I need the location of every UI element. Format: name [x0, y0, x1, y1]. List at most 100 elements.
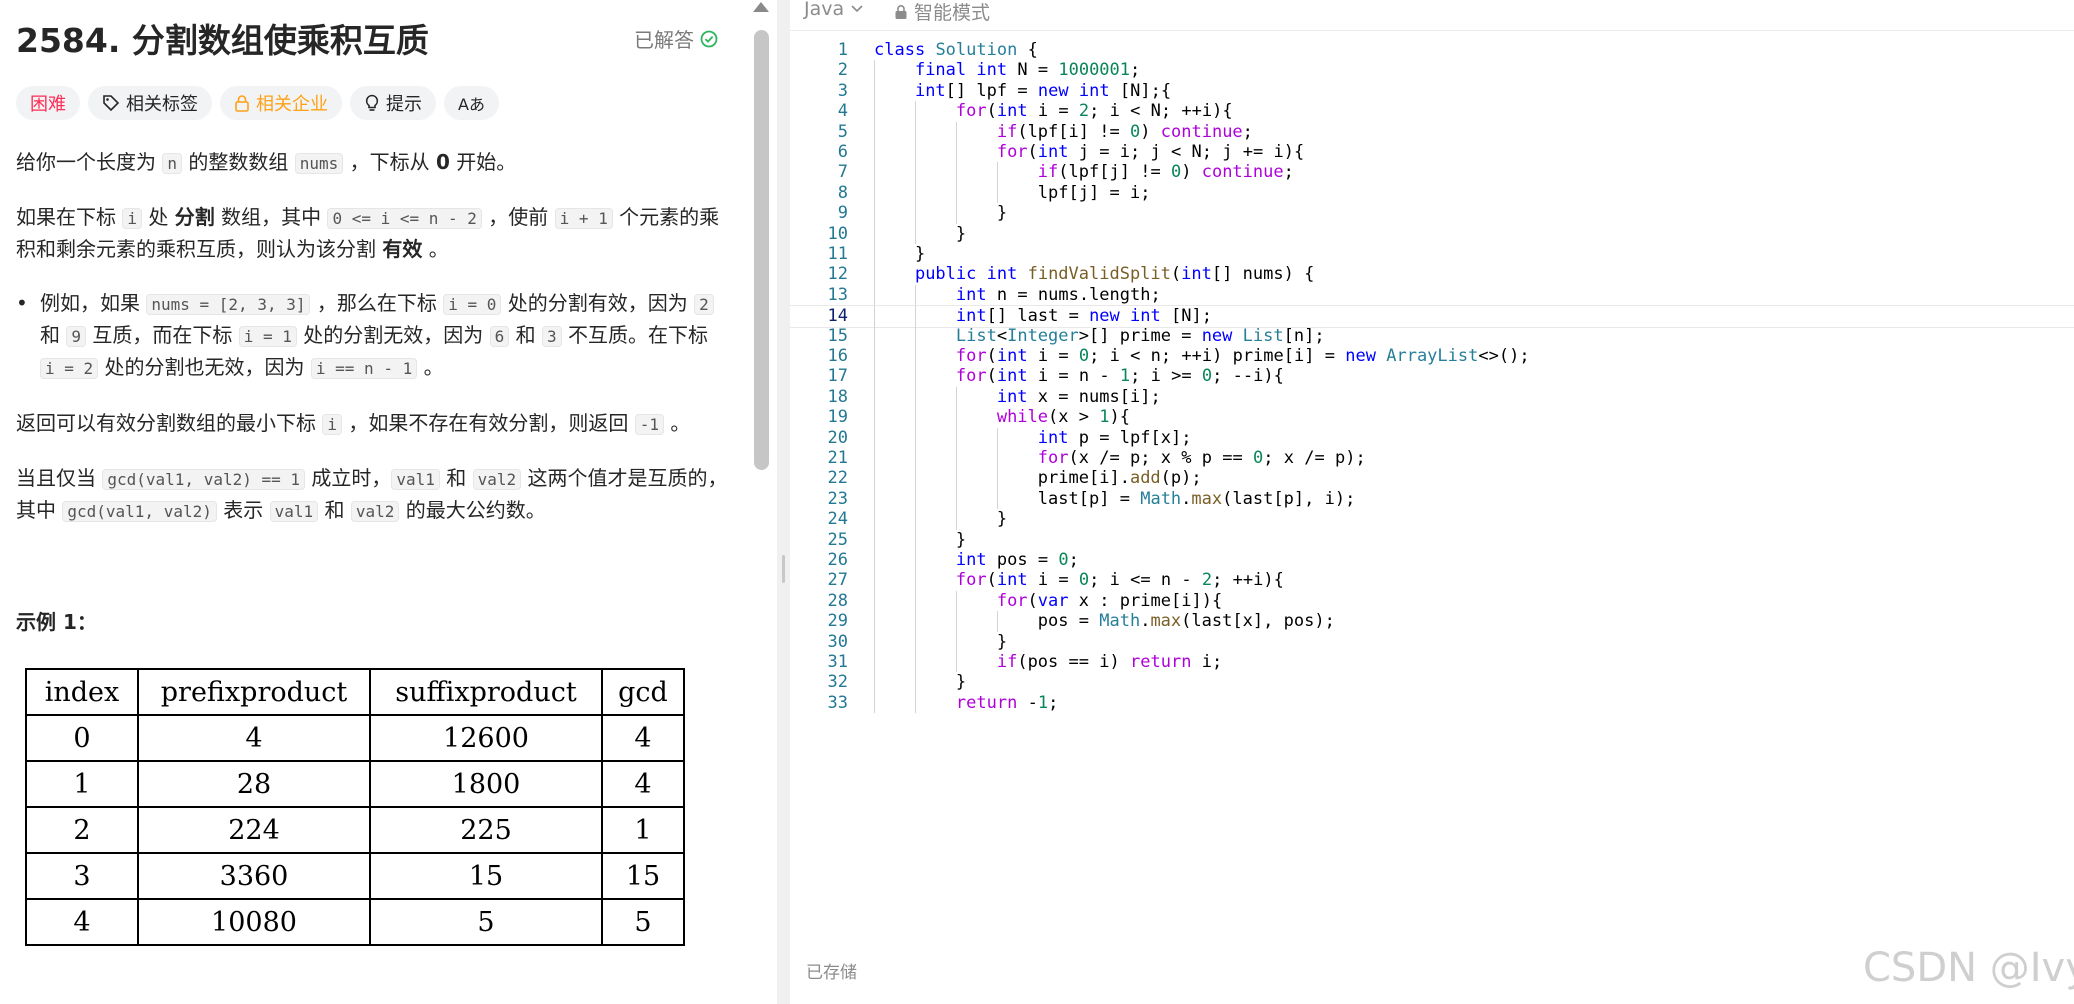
table-header: gcd	[601, 668, 685, 716]
difficulty-tag[interactable]: 困难	[16, 86, 80, 120]
code-line[interactable]: 26 int pos = 0;	[790, 550, 2074, 571]
text: 处的分割有效，因为	[501, 291, 695, 315]
code-area[interactable]: 1 class Solution {2 final int N = 1000001…	[790, 40, 2074, 940]
code-line[interactable]: 33 return -1;	[790, 692, 2074, 714]
code-line[interactable]: 28 for(var x : prime[i]){	[790, 590, 2074, 612]
text: 处的分割也无效，因为	[98, 355, 311, 379]
code-line[interactable]: 3 int[] lpf = new int [N];{	[790, 80, 2074, 102]
code-line[interactable]: 12 public int findValidSplit(int[] nums)…	[790, 264, 2074, 285]
code-text: for(int i = 2; i < N; ++i){	[955, 101, 1233, 122]
inline-code: gcd(val1, val2)	[62, 501, 217, 522]
code-line[interactable]: 13 int n = nums.length;	[790, 284, 2074, 306]
code-line[interactable]: 32 }	[790, 672, 2074, 693]
translate-button[interactable]: Aあ	[444, 86, 499, 120]
code-line[interactable]: 10 }	[790, 223, 2074, 244]
inline-code: 0 <= i <= n - 2	[327, 208, 482, 229]
code-line[interactable]: 16 for(int i = 0; i < n; ++i) prime[i] =…	[790, 346, 2074, 367]
code-text: int p = lpf[x];	[1037, 427, 1192, 448]
code-text: }	[996, 203, 1008, 224]
code-line[interactable]: 21 for(x /= p; x % p == 0; x /= p);	[790, 448, 2074, 469]
problem-panel: 2584. 分割数组使乘积互质 已解答 困难 相关标签 相关企业 提示 Aあ 给…	[0, 0, 745, 1004]
line-number: 22	[827, 468, 848, 489]
table-cell: 4	[601, 714, 685, 762]
panel-resize-handle[interactable]	[777, 0, 790, 1004]
scrollbar-thumb[interactable]	[754, 30, 769, 470]
description-scrollbar[interactable]	[745, 0, 777, 1004]
code-text: for(var x : prime[i]){	[996, 590, 1223, 611]
code-line[interactable]: 6 for(int j = i; j < N; j += i){	[790, 142, 2074, 163]
table-cell: 28	[137, 760, 371, 808]
related-companies-button[interactable]: 相关企业	[220, 86, 342, 120]
table-cell: 2	[25, 806, 139, 854]
inline-code: i	[122, 208, 142, 229]
code-line[interactable]: 18 int x = nums[i];	[790, 386, 2074, 408]
text: 的最大公约数。	[399, 498, 546, 522]
line-number: 19	[827, 407, 848, 428]
text: 开始。	[449, 150, 517, 174]
desc-paragraph-1: 给你一个长度为 n 的整数数组 nums ，下标从 0 开始。	[16, 147, 728, 179]
code-line[interactable]: 11 }	[790, 244, 2074, 265]
text: 的整数数组	[182, 150, 295, 174]
line-number: 33	[827, 692, 848, 713]
language-label: Java	[804, 0, 845, 20]
desc-paragraph-3: 返回可以有效分割数组的最小下标 i ，如果不存在有效分割，则返回 -1 。	[16, 408, 728, 440]
code-line[interactable]: 30 }	[790, 631, 2074, 652]
table-cell: 3	[25, 852, 139, 900]
code-text: List<Integer>[] prime = new List[n];	[955, 325, 1325, 346]
table-header: suffixproduct	[369, 668, 603, 716]
inline-code: val2	[350, 501, 400, 522]
code-line[interactable]: 1 class Solution {	[790, 40, 2074, 60]
code-line[interactable]: 15 List<Integer>[] prime = new List[n];	[790, 325, 2074, 346]
line-number: 27	[827, 570, 848, 591]
code-line[interactable]: 23 last[p] = Math.max(last[p], i);	[790, 488, 2074, 510]
watermark: CSDN @Ivy-	[1863, 945, 2074, 991]
code-text: int n = nums.length;	[955, 284, 1161, 305]
code-line[interactable]: 25 }	[790, 529, 2074, 550]
table-cell: 1800	[369, 760, 603, 808]
code-text: int[] last = new int [N];	[955, 306, 1212, 327]
code-text: if(lpf[i] != 0) continue;	[996, 121, 1253, 142]
line-number: 16	[827, 346, 848, 366]
example-bullet: • 例如，如果 nums = [2, 3, 3] ，那么在下标 i = 0 处的…	[16, 288, 728, 384]
code-line[interactable]: 9 }	[790, 203, 2074, 224]
editor-toolbar: Java 智能模式	[790, 0, 2074, 31]
related-tags-button[interactable]: 相关标签	[88, 86, 212, 120]
smart-mode-toggle[interactable]: 智能模式	[894, 0, 990, 25]
code-line[interactable]: 7 if(lpf[j] != 0) continue;	[790, 162, 2074, 183]
inline-code: gcd(val1, val2) == 1	[102, 469, 306, 490]
code-line[interactable]: 5 if(lpf[i] != 0) continue;	[790, 121, 2074, 142]
text: 和	[509, 323, 542, 347]
line-number: 31	[827, 652, 848, 672]
inline-code: 9	[66, 326, 86, 347]
code-line[interactable]: 14 int[] last = new int [N];	[790, 305, 2074, 328]
code-text: for(int i = 0; i <= n - 2; ++i){	[955, 570, 1284, 591]
language-select[interactable]: Java	[804, 0, 864, 20]
inline-code: 2	[694, 294, 714, 315]
code-text: }	[914, 244, 926, 264]
line-number: 12	[827, 264, 848, 285]
line-number: 13	[827, 284, 848, 305]
scroll-up-arrow-icon[interactable]	[753, 2, 769, 12]
code-line[interactable]: 17 for(int i = n - 1; i >= 0; --i){	[790, 366, 2074, 387]
code-line[interactable]: 29 pos = Math.max(last[x], pos);	[790, 611, 2074, 632]
code-line[interactable]: 20 int p = lpf[x];	[790, 427, 2074, 448]
code-line[interactable]: 22 prime[i].add(p);	[790, 468, 2074, 489]
table-cell: 1	[25, 760, 139, 808]
table-cell: 5	[369, 898, 603, 946]
line-number: 29	[827, 611, 848, 632]
code-line[interactable]: 24 }	[790, 509, 2074, 530]
code-line[interactable]: 8 lpf[j] = i;	[790, 182, 2074, 204]
code-line[interactable]: 4 for(int i = 2; i < N; ++i){	[790, 101, 2074, 122]
line-number: 25	[827, 529, 848, 550]
text: 返回可以有效分割数组的最小下标	[16, 411, 323, 435]
line-number: 24	[827, 509, 848, 530]
code-line[interactable]: 27 for(int i = 0; i <= n - 2; ++i){	[790, 570, 2074, 591]
code-line[interactable]: 31 if(pos == i) return i;	[790, 652, 2074, 673]
code-line[interactable]: 19 while(x > 1){	[790, 407, 2074, 428]
table-header: prefixproduct	[137, 668, 371, 716]
text: 成立时，	[305, 466, 392, 490]
hint-button[interactable]: 提示	[350, 86, 436, 120]
table-cell: 15	[601, 852, 685, 900]
line-number: 21	[827, 448, 848, 468]
code-line[interactable]: 2 final int N = 1000001;	[790, 60, 2074, 81]
